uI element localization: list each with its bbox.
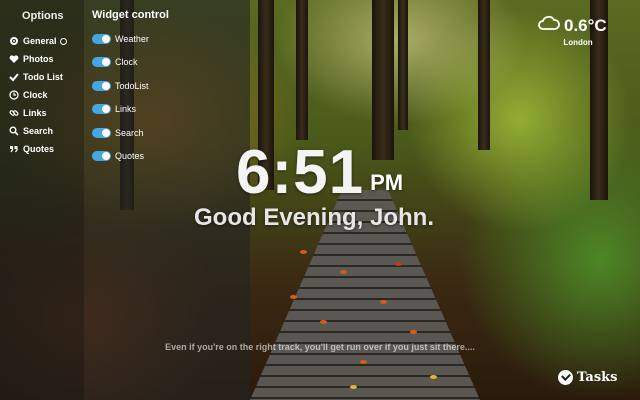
check-circle-icon	[558, 370, 573, 385]
toggle-switch[interactable]	[92, 128, 111, 138]
weather-temperature: 0.6°C	[564, 15, 607, 35]
options-item-label: General	[23, 36, 57, 46]
widget-toggle-quotes[interactable]: Quotes	[92, 151, 144, 161]
options-item-clock[interactable]: Clock	[9, 90, 48, 100]
options-item-search[interactable]: Search	[9, 126, 53, 136]
options-item-general[interactable]: General	[9, 36, 67, 46]
widget-toggle-weather[interactable]: Weather	[92, 34, 149, 44]
options-item-label: Todo List	[23, 72, 63, 82]
selected-indicator-icon	[59, 37, 67, 45]
options-item-quotes[interactable]: Quotes	[9, 144, 54, 154]
widget-toggle-label: Quotes	[115, 151, 145, 161]
quote-icon	[9, 144, 19, 154]
tasks-label: Tasks	[577, 370, 618, 385]
widget-toggle-clock[interactable]: Clock	[92, 57, 138, 67]
options-item-todo-list[interactable]: Todo List	[9, 72, 63, 82]
toggle-switch[interactable]	[92, 57, 111, 67]
options-item-label: Links	[23, 108, 47, 118]
options-item-label: Quotes	[23, 144, 55, 154]
widget-toggle-label: Search	[115, 128, 144, 138]
quote-text: Even if you're on the right track, you'l…	[165, 342, 475, 352]
widget-toggle-label: Clock	[115, 57, 138, 67]
widget-control-title: Widget control	[92, 9, 169, 21]
widget-toggle-search[interactable]: Search	[92, 128, 144, 138]
options-item-label: Search	[23, 126, 54, 136]
widget-toggle-todolist[interactable]: TodoList	[92, 81, 149, 91]
clock-ampm: PM	[370, 170, 404, 195]
weather-widget[interactable]: 0.6°C London	[538, 15, 607, 47]
cloud-icon	[538, 15, 560, 36]
toggle-switch[interactable]	[92, 34, 111, 44]
widget-toggle-label: TodoList	[115, 81, 149, 91]
options-title: Options	[22, 10, 64, 22]
clock-widget: 6:51 PM	[236, 134, 403, 204]
clock-time: 6:51	[236, 138, 365, 207]
widget-toggle-label: Links	[115, 104, 137, 114]
tasks-button[interactable]: Tasks	[558, 370, 618, 385]
clock-icon	[9, 90, 19, 100]
heart-icon	[9, 54, 19, 64]
link-icon	[9, 108, 19, 118]
weather-location: London	[563, 38, 593, 47]
options-item-photos[interactable]: Photos	[9, 54, 54, 64]
search-icon	[9, 126, 19, 136]
toggle-switch[interactable]	[92, 151, 111, 161]
options-item-links[interactable]: Links	[9, 108, 47, 118]
widget-toggle-label: Weather	[115, 34, 149, 44]
options-item-label: Photos	[23, 54, 54, 64]
gear-icon	[9, 36, 19, 46]
toggle-switch[interactable]	[92, 81, 111, 91]
options-item-label: Clock	[23, 90, 48, 100]
widget-toggle-links[interactable]: Links	[92, 104, 136, 114]
toggle-switch[interactable]	[92, 104, 111, 114]
greeting-text: Good Evening, John.	[194, 204, 434, 231]
check-icon	[9, 72, 19, 82]
